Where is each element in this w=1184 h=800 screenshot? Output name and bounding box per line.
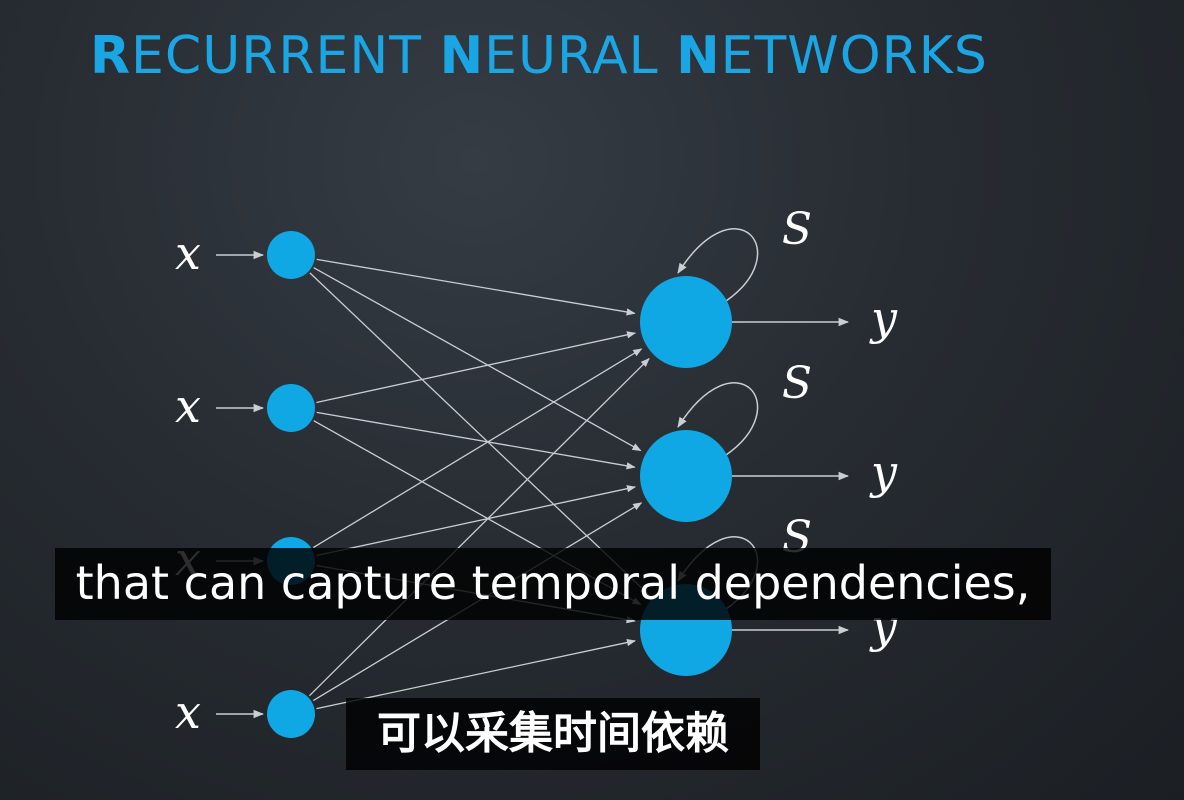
output-label-y: y — [869, 291, 898, 345]
connection-edge — [316, 331, 637, 404]
subtitle-english: that can capture temporal dependencies, — [55, 548, 1051, 620]
output-node — [640, 276, 732, 368]
input-label-x: x — [175, 685, 201, 739]
connection-edge — [316, 485, 637, 557]
input-label-x: x — [175, 379, 201, 433]
input-node — [267, 690, 315, 738]
output-node — [640, 430, 732, 522]
output-label-y: y — [869, 445, 898, 499]
input-node — [267, 384, 315, 432]
connection-edges — [216, 250, 850, 719]
connection-edge — [316, 258, 636, 316]
input-node — [267, 231, 315, 279]
connection-edge — [313, 267, 642, 452]
connection-edge — [308, 357, 650, 697]
rnn-diagram: xxxxySySyS — [175, 204, 898, 739]
input-label-x: x — [175, 226, 201, 280]
subtitle-chinese: 可以采集时间依赖 — [346, 698, 760, 770]
diagram-labels: xxxxySySyS — [175, 204, 898, 739]
state-label-s: S — [782, 358, 812, 409]
state-label-s: S — [782, 204, 812, 255]
neuron-nodes — [267, 231, 732, 738]
